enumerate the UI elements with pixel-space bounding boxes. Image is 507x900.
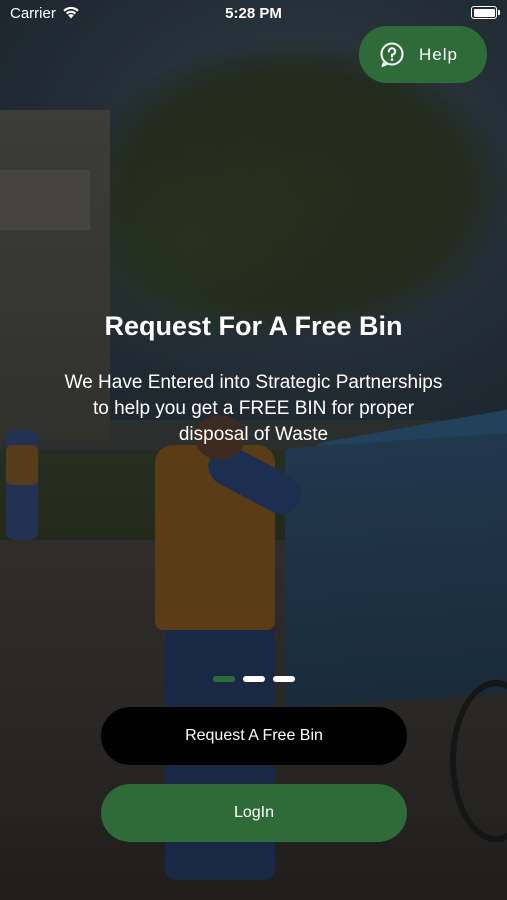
- battery-icon: [471, 6, 500, 19]
- login-button[interactable]: LogIn: [101, 784, 407, 842]
- help-label: Help: [419, 44, 458, 64]
- page-dot-2[interactable]: [242, 676, 265, 682]
- page-dot-1[interactable]: [212, 676, 235, 682]
- slide-description: We Have Entered into Strategic Partnersh…: [64, 372, 443, 445]
- help-button[interactable]: Help: [359, 26, 487, 83]
- slide-title: Request For A Free Bin: [104, 311, 403, 341]
- status-bar: Carrier 5:28 PM: [0, 0, 507, 28]
- request-free-bin-button[interactable]: Request A Free Bin: [101, 707, 407, 765]
- page-indicator[interactable]: [0, 676, 507, 682]
- background-photo: [0, 0, 507, 900]
- status-time: 5:28 PM: [225, 5, 282, 22]
- page-dot-3[interactable]: [272, 676, 295, 682]
- question-circle-icon: [380, 42, 404, 67]
